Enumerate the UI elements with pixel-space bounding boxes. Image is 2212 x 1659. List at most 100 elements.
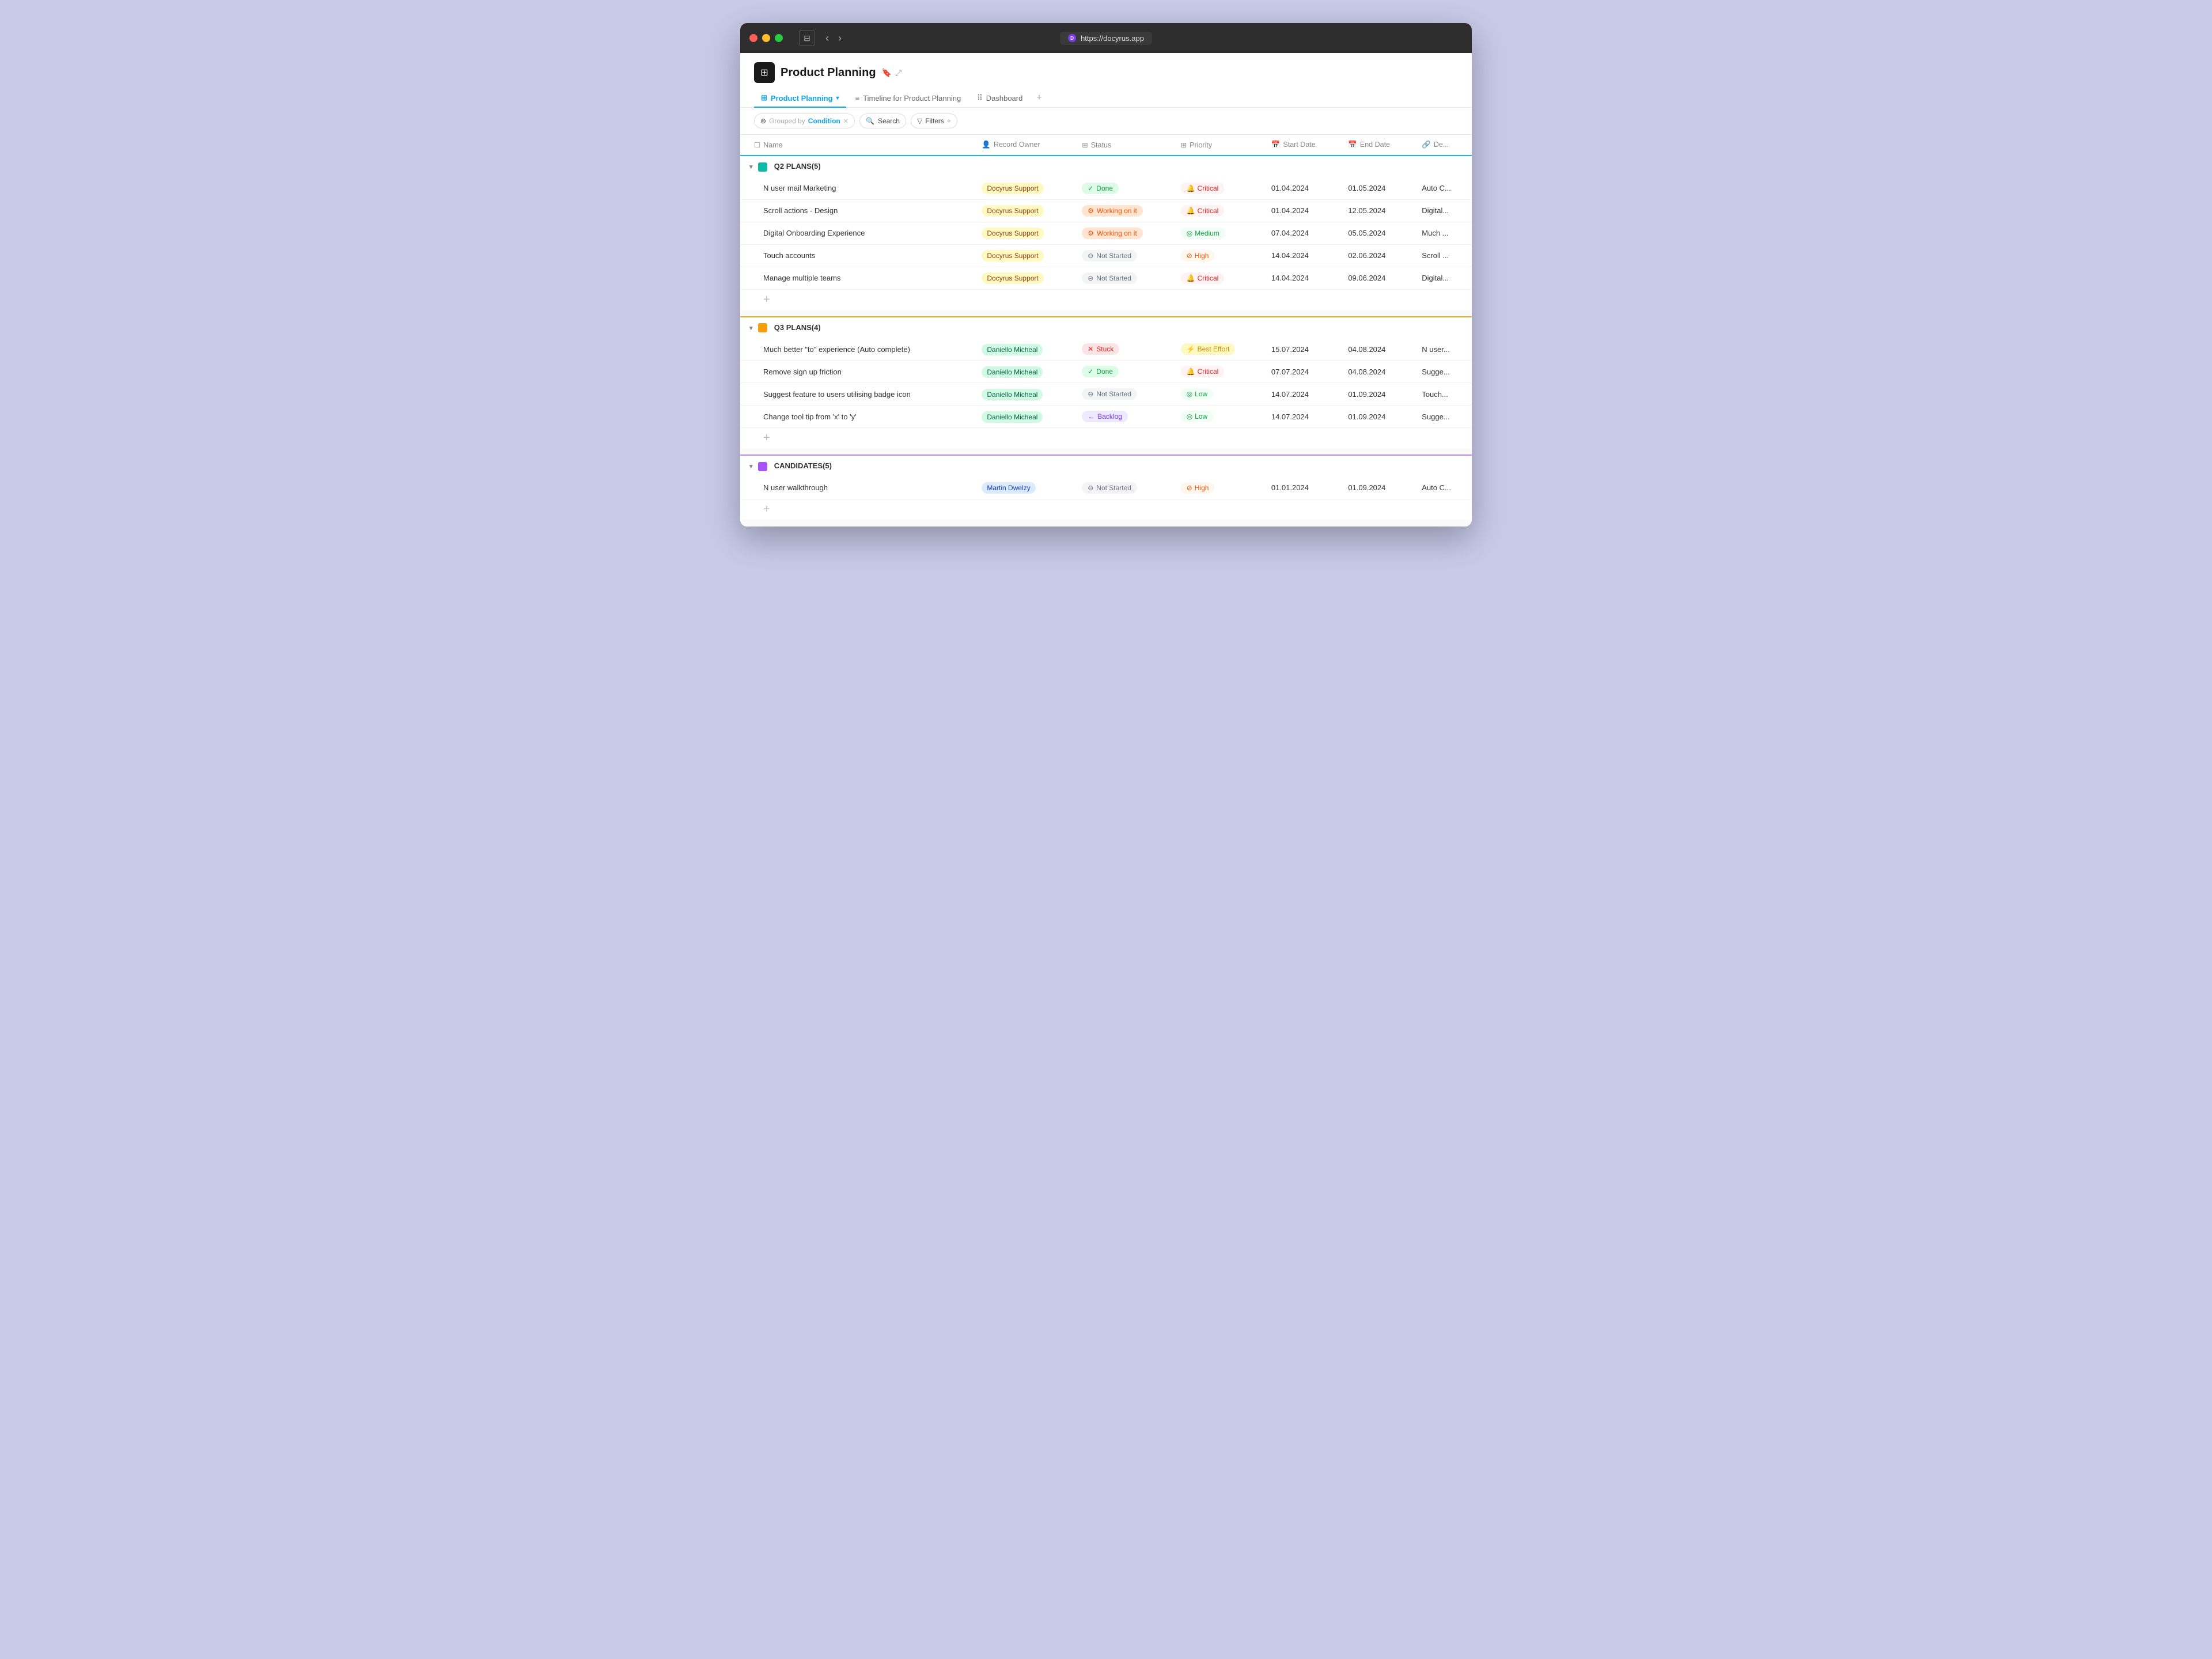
grouped-by-button[interactable]: ⊚ Grouped by Condition ✕ — [754, 113, 855, 128]
cell-name: Change tool tip from 'x' to 'y' — [740, 406, 975, 428]
owner-badge: Docyrus Support — [982, 250, 1043, 262]
cell-name: Touch accounts — [740, 244, 975, 267]
table-row[interactable]: Much better "to" experience (Auto comple… — [740, 338, 1472, 361]
table-row[interactable]: Remove sign up friction Daniello Micheal… — [740, 361, 1472, 383]
cell-owner: Daniello Micheal — [975, 406, 1075, 428]
cell-status: ⚙ Working on it — [1075, 222, 1173, 244]
grouped-by-clear-icon[interactable]: ✕ — [843, 118, 849, 125]
cell-owner: Martin Dwelzy — [975, 477, 1075, 499]
status-badge: ✓ Done — [1082, 183, 1119, 194]
cell-end-date: 04.08.2024 — [1341, 338, 1415, 361]
cell-owner: Docyrus Support — [975, 267, 1075, 289]
cell-status: ⚙ Working on it — [1075, 199, 1173, 222]
search-button[interactable]: 🔍 Search — [859, 113, 906, 128]
tabs-row: ⊞ Product Planning ▾ ≡ Timeline for Prod… — [754, 89, 1458, 107]
cell-end-date: 05.05.2024 — [1341, 222, 1415, 244]
group-dot — [758, 323, 767, 332]
cell-status: ⊖ Not Started — [1075, 267, 1173, 289]
grouped-by-value: Condition — [808, 117, 840, 125]
group-header-q2[interactable]: ▾ Q2 PLANS(5) — [740, 156, 1472, 177]
cell-priority: 🔔 Critical — [1174, 177, 1264, 200]
table-row[interactable]: Change tool tip from 'x' to 'y' Daniello… — [740, 406, 1472, 428]
fullscreen-button[interactable] — [775, 34, 783, 42]
col-end-date: 📅End Date — [1341, 135, 1415, 156]
group-header-candidates[interactable]: ▾ CANDIDATES(5) — [740, 455, 1472, 477]
owner-badge: Docyrus Support — [982, 205, 1043, 217]
table-row[interactable]: N user mail Marketing Docyrus Support ✓ … — [740, 177, 1472, 200]
forward-arrow-icon[interactable]: › — [835, 31, 845, 46]
col-desc: 🔗De... — [1415, 135, 1472, 156]
add-row-button[interactable]: + — [740, 289, 1472, 310]
table-row[interactable]: Scroll actions - Design Docyrus Support … — [740, 199, 1472, 222]
tab-dashboard-icon: ⠿ — [977, 93, 983, 103]
page-title-actions: 🔖 ⤢ — [882, 68, 902, 78]
tab-timeline-icon: ≡ — [855, 94, 860, 103]
table-row[interactable]: Touch accounts Docyrus Support ⊖ Not Sta… — [740, 244, 1472, 267]
expand-icon[interactable]: ⤢ — [895, 68, 902, 78]
tab-timeline[interactable]: ≡ Timeline for Product Planning — [849, 90, 968, 108]
cell-end-date: 12.05.2024 — [1341, 199, 1415, 222]
group-add-row-q3[interactable]: + — [740, 428, 1472, 449]
status-badge: ⚙ Working on it — [1082, 205, 1143, 217]
owner-badge: Docyrus Support — [982, 183, 1043, 194]
status-badge: ← Backlog — [1082, 411, 1128, 422]
main-table: ☐Name 👤Record Owner ⊞Status ⊞Priority 📅S… — [740, 135, 1472, 527]
group-icon: ⊚ — [760, 117, 766, 125]
group-add-row-candidates[interactable]: + — [740, 499, 1472, 520]
page-icon-symbol: ⊞ — [760, 67, 768, 78]
cell-owner: Daniello Micheal — [975, 361, 1075, 383]
table-row[interactable]: N user walkthrough Martin Dwelzy ⊖ Not S… — [740, 477, 1472, 499]
status-icon: ⊖ — [1088, 252, 1093, 260]
add-row-button[interactable]: + — [740, 499, 1472, 520]
back-arrow-icon[interactable]: ‹ — [822, 31, 832, 46]
filter-add-icon[interactable]: + — [947, 117, 951, 125]
cell-name: Manage multiple teams — [740, 267, 975, 289]
status-icon: ✕ — [1088, 345, 1093, 353]
cell-owner: Docyrus Support — [975, 244, 1075, 267]
cell-priority: 🔔 Critical — [1174, 361, 1264, 383]
cell-status: ← Backlog — [1075, 406, 1173, 428]
sidebar-toggle-icon[interactable]: ⊟ — [799, 30, 815, 46]
owner-badge: Docyrus Support — [982, 272, 1043, 284]
url-bar[interactable]: D https://docyrus.app — [1060, 32, 1152, 45]
tab-product-planning[interactable]: ⊞ Product Planning ▾ — [754, 89, 846, 108]
table-row[interactable]: Suggest feature to users utilising badge… — [740, 383, 1472, 406]
bookmark-icon[interactable]: 🔖 — [882, 68, 892, 78]
add-row-button[interactable]: + — [740, 428, 1472, 449]
cell-name: Scroll actions - Design — [740, 199, 975, 222]
tab-dropdown-icon[interactable]: ▾ — [836, 95, 839, 101]
cell-desc: Sugge... — [1415, 406, 1472, 428]
cell-desc: Auto C... — [1415, 177, 1472, 200]
add-tab-button[interactable]: + — [1032, 89, 1046, 107]
cell-owner: Daniello Micheal — [975, 383, 1075, 406]
status-icon: ✓ — [1088, 184, 1093, 192]
minimize-button[interactable] — [762, 34, 770, 42]
group-add-row-q2[interactable]: + — [740, 289, 1472, 310]
tab-dashboard[interactable]: ⠿ Dashboard — [970, 89, 1029, 108]
priority-badge: ⚡ Best Effort — [1181, 343, 1236, 355]
cell-status: ✓ Done — [1075, 177, 1173, 200]
cell-priority: ◎ Low — [1174, 406, 1264, 428]
close-button[interactable] — [749, 34, 757, 42]
table-row[interactable]: Digital Onboarding Experience Docyrus Su… — [740, 222, 1472, 244]
cell-priority: 🔔 Critical — [1174, 199, 1264, 222]
cell-end-date: 01.09.2024 — [1341, 406, 1415, 428]
tab-dashboard-label: Dashboard — [986, 94, 1023, 103]
group-chevron-icon[interactable]: ▾ — [749, 164, 753, 171]
group-chevron-icon[interactable]: ▾ — [749, 325, 753, 332]
grouped-by-label: Grouped by — [769, 117, 805, 125]
group-chevron-icon[interactable]: ▾ — [749, 463, 753, 470]
table-row[interactable]: Manage multiple teams Docyrus Support ⊖ … — [740, 267, 1472, 289]
cell-name: Remove sign up friction — [740, 361, 975, 383]
cell-name: N user mail Marketing — [740, 177, 975, 200]
priority-icon: 🔔 — [1187, 207, 1195, 215]
cell-priority: ⊘ High — [1174, 244, 1264, 267]
filters-button[interactable]: ▽ Filters + — [911, 113, 957, 128]
cell-end-date: 09.06.2024 — [1341, 267, 1415, 289]
cell-end-date: 01.09.2024 — [1341, 477, 1415, 499]
group-header-q3[interactable]: ▾ Q3 PLANS(4) — [740, 317, 1472, 339]
cell-start-date: 15.07.2024 — [1264, 338, 1341, 361]
cell-name: Suggest feature to users utilising badge… — [740, 383, 975, 406]
traffic-lights — [749, 34, 783, 42]
cell-status: ✕ Stuck — [1075, 338, 1173, 361]
